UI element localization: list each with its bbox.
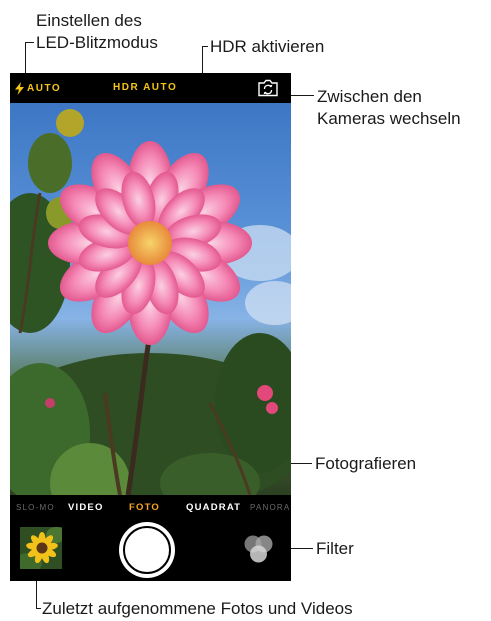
mode-panorama[interactable]: PANORAMA xyxy=(250,503,291,512)
shutter-button[interactable] xyxy=(119,522,175,578)
mode-foto[interactable]: FOTO xyxy=(129,502,160,513)
camera-top-bar: AUTO HDR AUTO xyxy=(10,73,291,103)
camera-screen: AUTO HDR AUTO SLO-MO VIDEO FOTO QUADRAT … xyxy=(10,73,291,581)
recent-photo-thumbnail[interactable] xyxy=(20,527,62,569)
camera-switch-icon[interactable] xyxy=(257,79,279,102)
flash-mode-label: AUTO xyxy=(27,83,62,94)
flash-callout-line2: LED-Blitzmodus xyxy=(36,33,158,52)
recent-callout-line xyxy=(36,608,41,609)
camera-mode-bar: SLO-MO VIDEO FOTO QUADRAT PANORAMA xyxy=(10,495,291,521)
flash-callout-line xyxy=(25,42,34,43)
mode-slo-mo[interactable]: SLO-MO xyxy=(16,503,55,512)
camera-bottom-bar xyxy=(10,521,291,581)
switch-callout-line1: Zwischen den xyxy=(317,87,422,106)
lightning-bolt-icon xyxy=(15,82,24,95)
filter-callout: Filter xyxy=(316,539,354,558)
shutter-callout: Fotografieren xyxy=(315,454,417,473)
dahlia-scene-image xyxy=(10,109,291,495)
filter-circles-icon[interactable] xyxy=(242,534,276,571)
recent-callout: Zuletzt aufgenommene Fotos und Videos xyxy=(42,599,353,618)
flash-callout-line xyxy=(25,42,26,75)
flash-callout-line1: Einstellen des xyxy=(36,11,142,30)
camera-viewfinder[interactable] xyxy=(10,103,291,495)
flash-mode-button[interactable]: AUTO xyxy=(15,82,61,95)
hdr-callout: HDR aktivieren xyxy=(210,37,325,56)
switch-callout-line2: Kameras wechseln xyxy=(317,109,461,128)
mode-video[interactable]: VIDEO xyxy=(68,502,104,513)
shutter-ring xyxy=(123,526,171,574)
hdr-button[interactable]: HDR AUTO xyxy=(113,82,177,93)
mode-quadrat[interactable]: QUADRAT xyxy=(186,502,241,513)
